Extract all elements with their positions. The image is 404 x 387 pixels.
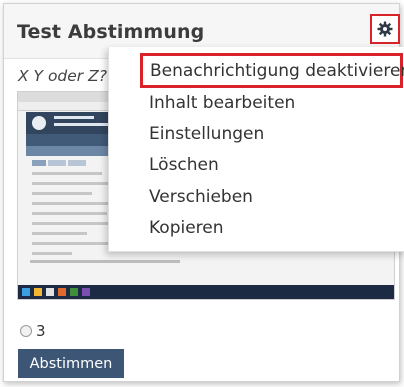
taskbar-app-icon [70,288,78,296]
taskbar-app-icon [34,288,42,296]
menu-item-disable-notification[interactable]: Benachrichtigung deaktivieren [140,53,404,88]
settings-button[interactable] [370,14,400,44]
screenshot-tab [68,160,86,166]
screenshot-text-line [32,202,117,205]
screenshot-banner-line [54,116,94,119]
poll-question: X Y oder Z? [18,67,107,85]
menu-item-delete[interactable]: Löschen [149,149,219,181]
vote-button[interactable]: Abstimmen [18,349,124,378]
widget-title: Test Abstimmung [17,21,205,43]
screenshot-taskbar [18,285,394,299]
screenshot-text-line [32,232,87,235]
taskbar-app-icon [46,288,54,296]
taskbar-app-icon [82,288,90,296]
poll-option[interactable]: 3 [20,322,46,340]
screenshot-logo [32,116,46,130]
option-radio[interactable] [20,325,32,337]
taskbar-start-icon [22,288,30,296]
screenshot-tab [32,160,46,166]
screenshot-text-line [32,192,92,195]
gear-icon [377,21,393,37]
menu-item-copy[interactable]: Kopieren [149,212,224,244]
menu-item-move[interactable]: Verschieben [149,181,253,213]
menu-item-settings[interactable]: Einstellungen [149,118,264,150]
option-label: 3 [36,322,46,340]
screenshot-footer-line [30,260,180,263]
screenshot-text-line [32,252,72,255]
menu-item-edit-content[interactable]: Inhalt bearbeiten [149,87,295,119]
taskbar-app-icon [58,288,66,296]
screenshot-text-line [32,242,112,245]
screenshot-text-line [32,172,102,175]
screenshot-text-line [32,212,107,215]
settings-dropdown-menu: Benachrichtigung deaktivieren Inhalt bea… [108,47,404,252]
screenshot-tab [48,160,66,166]
